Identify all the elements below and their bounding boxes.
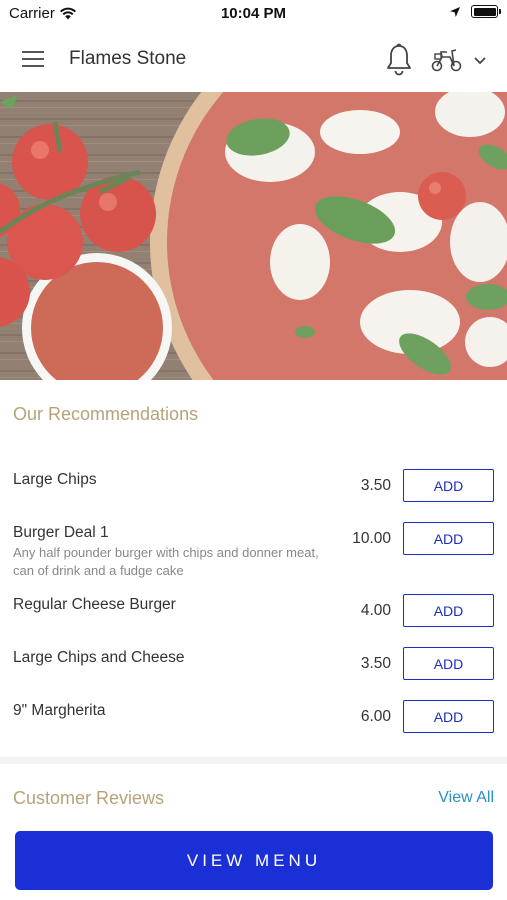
item-name: Large Chips xyxy=(13,471,97,488)
view-menu-button[interactable]: VIEW MENU xyxy=(15,831,493,890)
battery-icon xyxy=(471,5,501,18)
recommendations-title: Our Recommendations xyxy=(13,404,199,424)
status-bar: Carrier 10:04 PM xyxy=(0,0,507,28)
reviews-title: Customer Reviews xyxy=(13,788,165,808)
add-button[interactable]: ADD xyxy=(403,594,494,627)
item-price: 3.50 xyxy=(360,477,391,494)
status-indicators xyxy=(449,5,501,18)
item-name: 9" Margherita xyxy=(13,702,106,719)
menu-icon[interactable] xyxy=(20,48,46,70)
location-arrow-icon xyxy=(450,6,460,17)
add-button[interactable]: ADD xyxy=(403,469,494,502)
app-header: Flames Stone xyxy=(0,28,507,92)
view-all-reviews-link[interactable]: View All xyxy=(438,789,494,807)
status-time: 10:04 PM xyxy=(220,5,287,22)
item-description: Any half pounder burger with chips and d… xyxy=(13,545,319,578)
add-button[interactable]: ADD xyxy=(403,522,494,555)
section-divider xyxy=(0,757,507,764)
add-button[interactable]: ADD xyxy=(403,647,494,680)
item-price: 3.50 xyxy=(360,655,391,672)
restaurant-title: Flames Stone xyxy=(69,48,187,69)
item-name: Regular Cheese Burger xyxy=(13,596,176,613)
item-price: 6.00 xyxy=(360,708,391,725)
add-button[interactable]: ADD xyxy=(403,700,494,733)
item-name: Large Chips and Cheese xyxy=(13,649,185,666)
hero-image xyxy=(0,92,507,380)
scooter-icon[interactable] xyxy=(430,45,464,75)
chevron-down-icon[interactable] xyxy=(472,52,488,68)
item-price: 4.00 xyxy=(360,602,391,619)
pizza-hero-illustration xyxy=(0,92,507,380)
bell-icon[interactable] xyxy=(384,43,414,77)
item-price: 10.00 xyxy=(352,530,391,547)
item-name: Burger Deal 1 xyxy=(13,524,109,541)
